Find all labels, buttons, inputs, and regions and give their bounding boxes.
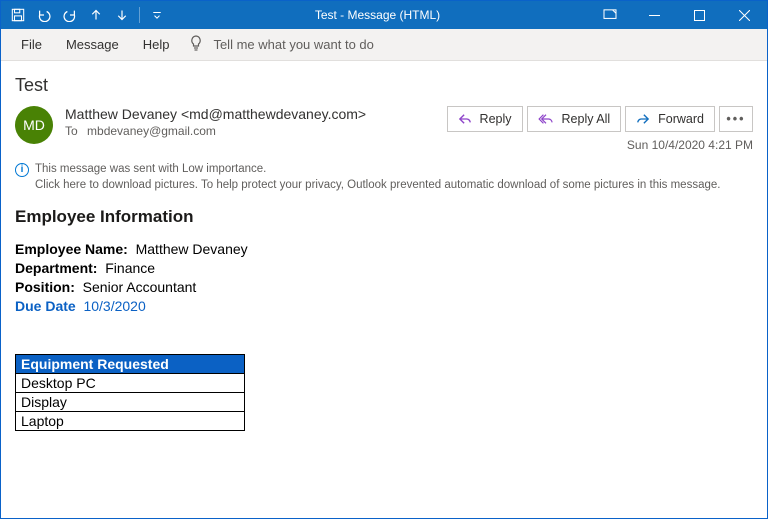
info-line2: Click here to download pictures. To help… xyxy=(35,178,720,194)
window-controls xyxy=(587,1,767,29)
employee-name-value: Matthew Devaney xyxy=(136,241,248,257)
info-icon: i xyxy=(15,163,29,177)
equipment-table: Equipment Requested Desktop PC Display L… xyxy=(15,354,245,431)
redo-icon[interactable] xyxy=(59,4,81,26)
body-heading: Employee Information xyxy=(15,207,753,227)
menu-message[interactable]: Message xyxy=(54,31,131,58)
forward-button[interactable]: Forward xyxy=(625,106,715,132)
due-date-label: Due Date xyxy=(15,298,76,314)
employee-name-label: Employee Name: xyxy=(15,241,128,257)
info-text: This message was sent with Low importanc… xyxy=(35,162,720,193)
action-buttons: Reply Reply All Forward ••• xyxy=(447,106,753,132)
forward-label: Forward xyxy=(658,112,704,126)
menu-file[interactable]: File xyxy=(9,31,54,58)
ellipsis-icon: ••• xyxy=(726,112,745,126)
table-row: Display xyxy=(16,393,245,412)
actions-block: Reply Reply All Forward ••• Sun 10/4/202… xyxy=(447,106,753,152)
next-item-icon[interactable] xyxy=(111,4,133,26)
position-label: Position: xyxy=(15,279,75,295)
department-label: Department: xyxy=(15,260,97,276)
due-date-line: Due Date 10/3/2020 xyxy=(15,298,753,314)
from-block: Matthew Devaney <md@matthewdevaney.com> … xyxy=(65,106,435,138)
email-body: Employee Information Employee Name: Matt… xyxy=(15,207,753,431)
table-row: Laptop xyxy=(16,412,245,431)
customize-qat-icon[interactable] xyxy=(146,4,168,26)
tell-me-search[interactable]: Tell me what you want to do xyxy=(189,35,373,54)
department-line: Department: Finance xyxy=(15,260,753,276)
to-line: To mbdevaney@gmail.com xyxy=(65,124,435,138)
minimize-button[interactable] xyxy=(632,1,677,29)
titlebar: Test - Message (HTML) xyxy=(1,1,767,29)
department-value: Finance xyxy=(105,260,155,276)
close-button[interactable] xyxy=(722,1,767,29)
equipment-table-header: Equipment Requested xyxy=(16,355,245,374)
window-title: Test - Message (HTML) xyxy=(168,8,587,22)
message-timestamp: Sun 10/4/2020 4:21 PM xyxy=(627,138,753,152)
employee-name-line: Employee Name: Matthew Devaney xyxy=(15,241,753,257)
separator xyxy=(139,7,140,23)
to-label: To xyxy=(65,124,78,138)
equipment-cell: Laptop xyxy=(16,412,245,431)
equipment-cell: Display xyxy=(16,393,245,412)
to-value: mbdevaney@gmail.com xyxy=(87,124,216,138)
equipment-cell: Desktop PC xyxy=(16,374,245,393)
menu-help[interactable]: Help xyxy=(131,31,182,58)
reply-all-button[interactable]: Reply All xyxy=(527,106,622,132)
table-row: Desktop PC xyxy=(16,374,245,393)
info-bar[interactable]: i This message was sent with Low importa… xyxy=(15,162,753,193)
lightbulb-icon xyxy=(189,35,203,54)
sender-avatar: MD xyxy=(15,106,53,144)
undo-icon[interactable] xyxy=(33,4,55,26)
ribbon-display-icon[interactable] xyxy=(587,1,632,29)
tell-me-placeholder: Tell me what you want to do xyxy=(213,37,373,52)
menubar: File Message Help Tell me what you want … xyxy=(1,29,767,61)
due-date-value: 10/3/2020 xyxy=(83,298,145,314)
message-header: MD Matthew Devaney <md@matthewdevaney.co… xyxy=(15,106,753,152)
message-subject: Test xyxy=(15,75,753,96)
position-value: Senior Accountant xyxy=(83,279,197,295)
reply-label: Reply xyxy=(480,112,512,126)
maximize-button[interactable] xyxy=(677,1,722,29)
message-content: Test MD Matthew Devaney <md@matthewdevan… xyxy=(1,61,767,431)
info-line1: This message was sent with Low importanc… xyxy=(35,162,720,178)
quick-access-toolbar xyxy=(1,4,168,26)
more-actions-button[interactable]: ••• xyxy=(719,106,753,132)
position-line: Position: Senior Accountant xyxy=(15,279,753,295)
previous-item-icon[interactable] xyxy=(85,4,107,26)
save-icon[interactable] xyxy=(7,4,29,26)
reply-all-label: Reply All xyxy=(562,112,611,126)
reply-button[interactable]: Reply xyxy=(447,106,523,132)
from-line: Matthew Devaney <md@matthewdevaney.com> xyxy=(65,106,435,122)
